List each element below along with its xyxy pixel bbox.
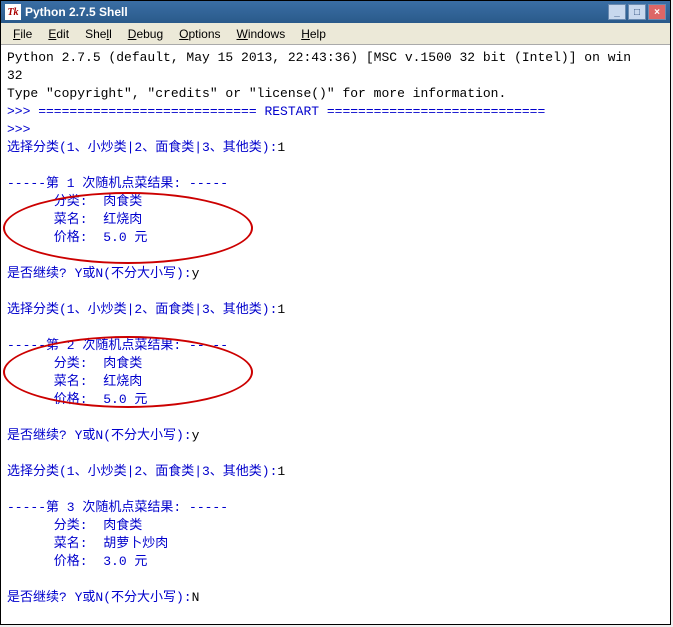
titlebar: Tk Python 2.7.5 Shell _ □ × [1,1,670,23]
menu-windows[interactable]: Windows [229,25,294,43]
window-controls: _ □ × [608,4,666,20]
close-button[interactable]: × [648,4,666,20]
blank-line [7,247,664,265]
menu-shell[interactable]: Shell [77,25,120,43]
shell-content[interactable]: Python 2.7.5 (default, May 15 2013, 22:4… [1,45,670,624]
result-price: 价格: 5.0 元 [7,229,664,247]
blank-line [7,283,664,301]
menu-options[interactable]: Options [171,25,228,43]
blank-line [7,157,664,175]
maximize-button[interactable]: □ [628,4,646,20]
continue-line: 是否继续? Y或N(不分大小写):y [7,265,664,283]
header-line: Type "copyright", "credits" or "license(… [7,85,664,103]
app-window: Tk Python 2.7.5 Shell _ □ × File Edit Sh… [0,0,671,625]
result-sep: -----第 1 次随机点菜结果: ----- [7,175,664,193]
menubar: File Edit Shell Debug Options Windows He… [1,23,670,45]
result-name: 菜名: 红烧肉 [7,211,664,229]
menu-debug[interactable]: Debug [120,25,171,43]
result-sep: -----第 2 次随机点菜结果: ----- [7,337,664,355]
result-cat: 分类: 肉食类 [7,517,664,535]
result-sep: -----第 3 次随机点菜结果: ----- [7,499,664,517]
result-name: 菜名: 胡萝卜炒肉 [7,535,664,553]
result-price: 价格: 5.0 元 [7,391,664,409]
result-name: 菜名: 红烧肉 [7,373,664,391]
blank-line [7,481,664,499]
header-line: Python 2.7.5 (default, May 15 2013, 22:4… [7,49,664,67]
menu-file[interactable]: File [5,25,40,43]
tk-icon: Tk [5,4,21,20]
blank-line [7,409,664,427]
select-line: 选择分类(1、小炒类|2、面食类|3、其他类):1 [7,301,664,319]
window-title: Python 2.7.5 Shell [25,5,608,19]
blank-line [7,319,664,337]
blank-line [7,607,664,624]
minimize-button[interactable]: _ [608,4,626,20]
result-price: 价格: 3.0 元 [7,553,664,571]
menu-edit[interactable]: Edit [40,25,77,43]
restart-line: >>> ============================ RESTART… [7,103,664,121]
continue-line: 是否继续? Y或N(不分大小写):y [7,427,664,445]
select-line: 选择分类(1、小炒类|2、面食类|3、其他类):1 [7,463,664,481]
prompt-line: >>> [7,121,664,139]
result-cat: 分类: 肉食类 [7,355,664,373]
header-line: 32 [7,67,664,85]
result-cat: 分类: 肉食类 [7,193,664,211]
menu-help[interactable]: Help [293,25,334,43]
blank-line [7,571,664,589]
select-line: 选择分类(1、小炒类|2、面食类|3、其他类):1 [7,139,664,157]
continue-line: 是否继续? Y或N(不分大小写):N [7,589,664,607]
blank-line [7,445,664,463]
